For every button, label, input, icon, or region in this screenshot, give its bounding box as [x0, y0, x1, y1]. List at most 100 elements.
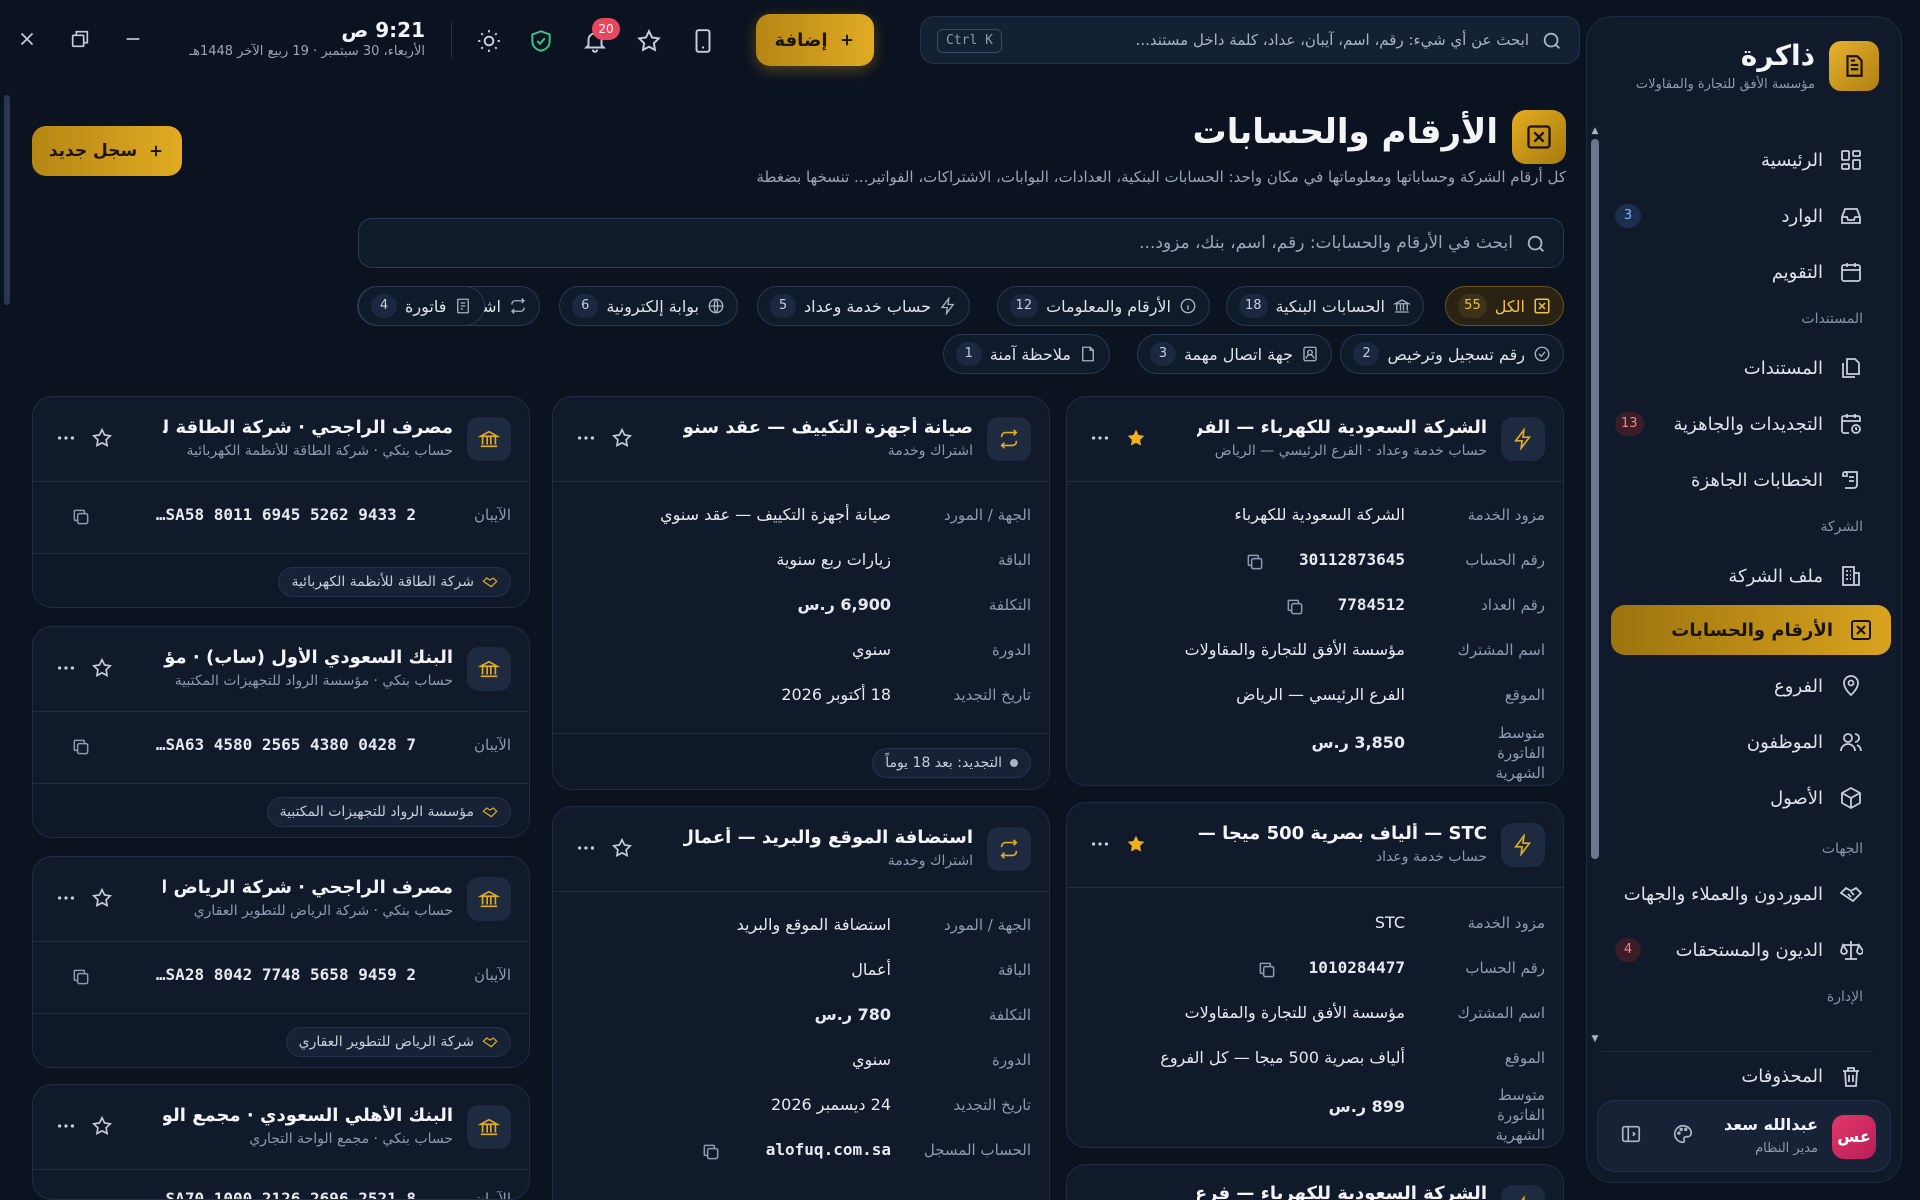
search-icon: [1525, 233, 1547, 255]
sidebar-item-assets[interactable]: الأصول: [1601, 773, 1873, 823]
field-row: تاريخ التجديد 24 ديسمبر 2026: [571, 1095, 1031, 1135]
star-icon[interactable]: [91, 427, 113, 449]
copy-icon[interactable]: [71, 967, 91, 987]
more-options-icon[interactable]: [55, 1115, 77, 1137]
copy-icon[interactable]: [71, 507, 91, 527]
more-options-icon[interactable]: [55, 657, 77, 679]
filter-chip-portal[interactable]: بوابة إلكترونية 6: [559, 286, 738, 326]
star-icon[interactable]: [91, 657, 113, 679]
record-card-bank-2[interactable]: البنك السعودي الأول (ساب) · مؤسسة الرواد…: [32, 626, 530, 838]
field-label: رقم الحساب: [1465, 551, 1545, 569]
sidebar-item-letters[interactable]: الخطابات الجاهزة: [1601, 455, 1873, 505]
records-search[interactable]: ابحث في الأرقام والحسابات: رقم، اسم، بنك…: [358, 218, 1564, 268]
sidebar-item-branches[interactable]: الفروع: [1601, 661, 1873, 711]
filter-chip-registration[interactable]: رقم تسجيل وترخيص 2: [1340, 334, 1564, 374]
more-options-icon[interactable]: [575, 427, 597, 449]
star-icon[interactable]: [611, 427, 633, 449]
sidebar-item-debts[interactable]: الديون والمستحقات 4: [1601, 925, 1873, 975]
card-footer: شركة الرياض للتطوير العقاري: [33, 1013, 529, 1067]
inbox-count-badge: 3: [1615, 204, 1641, 228]
copy-icon[interactable]: [701, 1142, 721, 1162]
sidebar-item-home[interactable]: الرئيسية: [1601, 135, 1873, 185]
star-icon[interactable]: [611, 837, 633, 859]
global-search-input[interactable]: ابحث عن أي شيء: رقم، اسم، آيبان، عداد، ك…: [1029, 17, 1529, 63]
star-icon[interactable]: [91, 1115, 113, 1137]
page-scroll-thumb[interactable]: [4, 95, 10, 305]
record-card-hosting[interactable]: استضافة الموقع والبريد — أعمال اشتراك وخ…: [552, 806, 1050, 1200]
more-options-icon[interactable]: [1089, 833, 1111, 855]
filter-chip-numbers-info[interactable]: الأرقام والمعلومات 12: [996, 286, 1210, 326]
filter-chip-count: 12: [1009, 294, 1039, 318]
copy-icon[interactable]: [1257, 960, 1277, 980]
card-subtitle: حساب بنكي · مؤسسة الرواد للتجهيزات المكت…: [174, 673, 453, 689]
add-button[interactable]: إضافة: [756, 14, 874, 66]
record-card-sec-jeddah[interactable]: الشركة السعودية للكهرباء — فرع جدة: [1066, 1164, 1564, 1200]
field-row: اسم المشترك مؤسسة الأفق للتجارة والمقاول…: [1085, 1003, 1545, 1043]
restore-icon[interactable]: [69, 28, 91, 50]
scroll-up-arrow-icon[interactable]: ▲: [1591, 127, 1599, 136]
record-card-sec-main[interactable]: الشركة السعودية للكهرباء — الفرع الرئيسي…: [1066, 396, 1564, 786]
sidebar-item-suppliers[interactable]: الموردون والعملاء والجهات: [1601, 869, 1873, 919]
globe-icon: [707, 297, 725, 315]
sidebar-item-calendar[interactable]: التقويم: [1601, 247, 1873, 297]
global-search[interactable]: ابحث عن أي شيء: رقم، اسم، آيبان، عداد، ك…: [920, 16, 1580, 64]
sidebar-item-label: الخطابات الجاهزة: [1691, 469, 1823, 491]
star-icon[interactable]: [636, 28, 662, 54]
filter-chip-invoices[interactable]: فاتورة 4: [358, 286, 486, 326]
sidebar-item-label: الموظفون: [1746, 731, 1823, 753]
palette-icon[interactable]: [1668, 1123, 1694, 1149]
sidebar-scroll-thumb[interactable]: [1591, 139, 1599, 859]
record-card-bank-3[interactable]: مصرف الراجحي · شركة الرياض للتطوير العقا…: [32, 856, 530, 1068]
sidebar-item-trash[interactable]: المحذوفات: [1601, 1051, 1873, 1101]
sidebar-item-inbox[interactable]: الوارد 3: [1601, 191, 1873, 241]
sidebar-scrollbar[interactable]: ▲ ▼: [1591, 127, 1599, 1045]
mobile-icon[interactable]: [690, 28, 716, 54]
field-row: الآيبان SA28 8042 7748 5658 9459 2…: [51, 965, 511, 1005]
record-card-bank-1[interactable]: مصرف الراجحي · شركة الطاقة للأنظمة الكهر…: [32, 396, 530, 608]
sun-icon[interactable]: [476, 28, 502, 54]
more-options-icon[interactable]: [55, 887, 77, 909]
star-filled-icon[interactable]: [1125, 427, 1147, 449]
record-card-ac-maintenance[interactable]: صيانة أجهزة التكييف — عقد سنوي — زيارات …: [552, 396, 1050, 790]
filter-chip-all[interactable]: الكل 55: [1445, 286, 1564, 326]
page-scrollbar[interactable]: [0, 95, 10, 305]
sidebar-collapse-icon[interactable]: [1616, 1123, 1642, 1149]
scroll-down-arrow-icon[interactable]: ▼: [1591, 1035, 1599, 1044]
star-filled-icon[interactable]: [1125, 833, 1147, 855]
sidebar-item-documents[interactable]: المستندات: [1601, 343, 1873, 393]
filter-chip-service-meter[interactable]: حساب خدمة وعداد 5: [757, 286, 970, 326]
shield-check-icon[interactable]: [528, 28, 554, 54]
card-divider: [1067, 481, 1563, 482]
card-title: الشركة السعودية للكهرباء — الفرع الرئيسي…: [1197, 417, 1487, 438]
close-icon[interactable]: [16, 28, 38, 50]
sidebar-item-employees[interactable]: الموظفون: [1601, 717, 1873, 767]
field-row: الآيبان SA70 1000 2126 2696 2521 8…: [51, 1189, 511, 1199]
filter-chip-contacts[interactable]: جهة اتصال مهمة 3: [1136, 334, 1332, 374]
records-search-input[interactable]: ابحث في الأرقام والحسابات: رقم، اسم، بنك…: [1139, 219, 1513, 267]
minimize-icon[interactable]: [122, 28, 144, 50]
copy-icon[interactable]: [71, 737, 91, 757]
record-card-stc[interactable]: STC — ألياف بصرية 500 ميجا — كل الفروع ح…: [1066, 802, 1564, 1148]
filter-chip-bank-accounts[interactable]: الحسابات البنكية 18: [1225, 286, 1424, 326]
filter-chip-secure-note[interactable]: ملاحظة آمنة 1: [942, 334, 1110, 374]
star-icon[interactable]: [91, 887, 113, 909]
record-card-bank-4[interactable]: البنك الأهلي السعودي · مجمع الواحة التجا…: [32, 1084, 530, 1200]
sidebar-item-company-profile[interactable]: ملف الشركة: [1601, 551, 1873, 601]
new-record-button[interactable]: سجل جديد: [32, 126, 182, 176]
sidebar-item-numbers-accounts[interactable]: الأرقام والحسابات: [1611, 605, 1891, 655]
card-title: استضافة الموقع والبريد — أعمال: [683, 827, 973, 848]
card-footer: مؤسسة الرواد للتجهيزات المكتبية: [33, 783, 529, 837]
more-options-icon[interactable]: [1089, 427, 1111, 449]
filter-chip-label: الحسابات البنكية: [1275, 296, 1386, 316]
field-label: الباقة: [997, 551, 1031, 569]
copy-icon[interactable]: [1245, 552, 1265, 572]
field-label: الآيبان: [473, 966, 511, 984]
field-label: تاريخ التجديد: [953, 1096, 1031, 1114]
nav-section-documents: المستندات: [1801, 311, 1863, 327]
user-card[interactable]: عس عبدالله سعد مدير النظام: [1597, 1100, 1891, 1172]
more-options-icon[interactable]: [55, 427, 77, 449]
sidebar-item-renewals[interactable]: التجديدات والجاهزية 13: [1601, 399, 1873, 449]
more-options-icon[interactable]: [575, 837, 597, 859]
copy-icon[interactable]: [1285, 597, 1305, 617]
page-subtitle: كل أرقام الشركة وحساباتها ومعلوماتها في …: [756, 168, 1566, 186]
